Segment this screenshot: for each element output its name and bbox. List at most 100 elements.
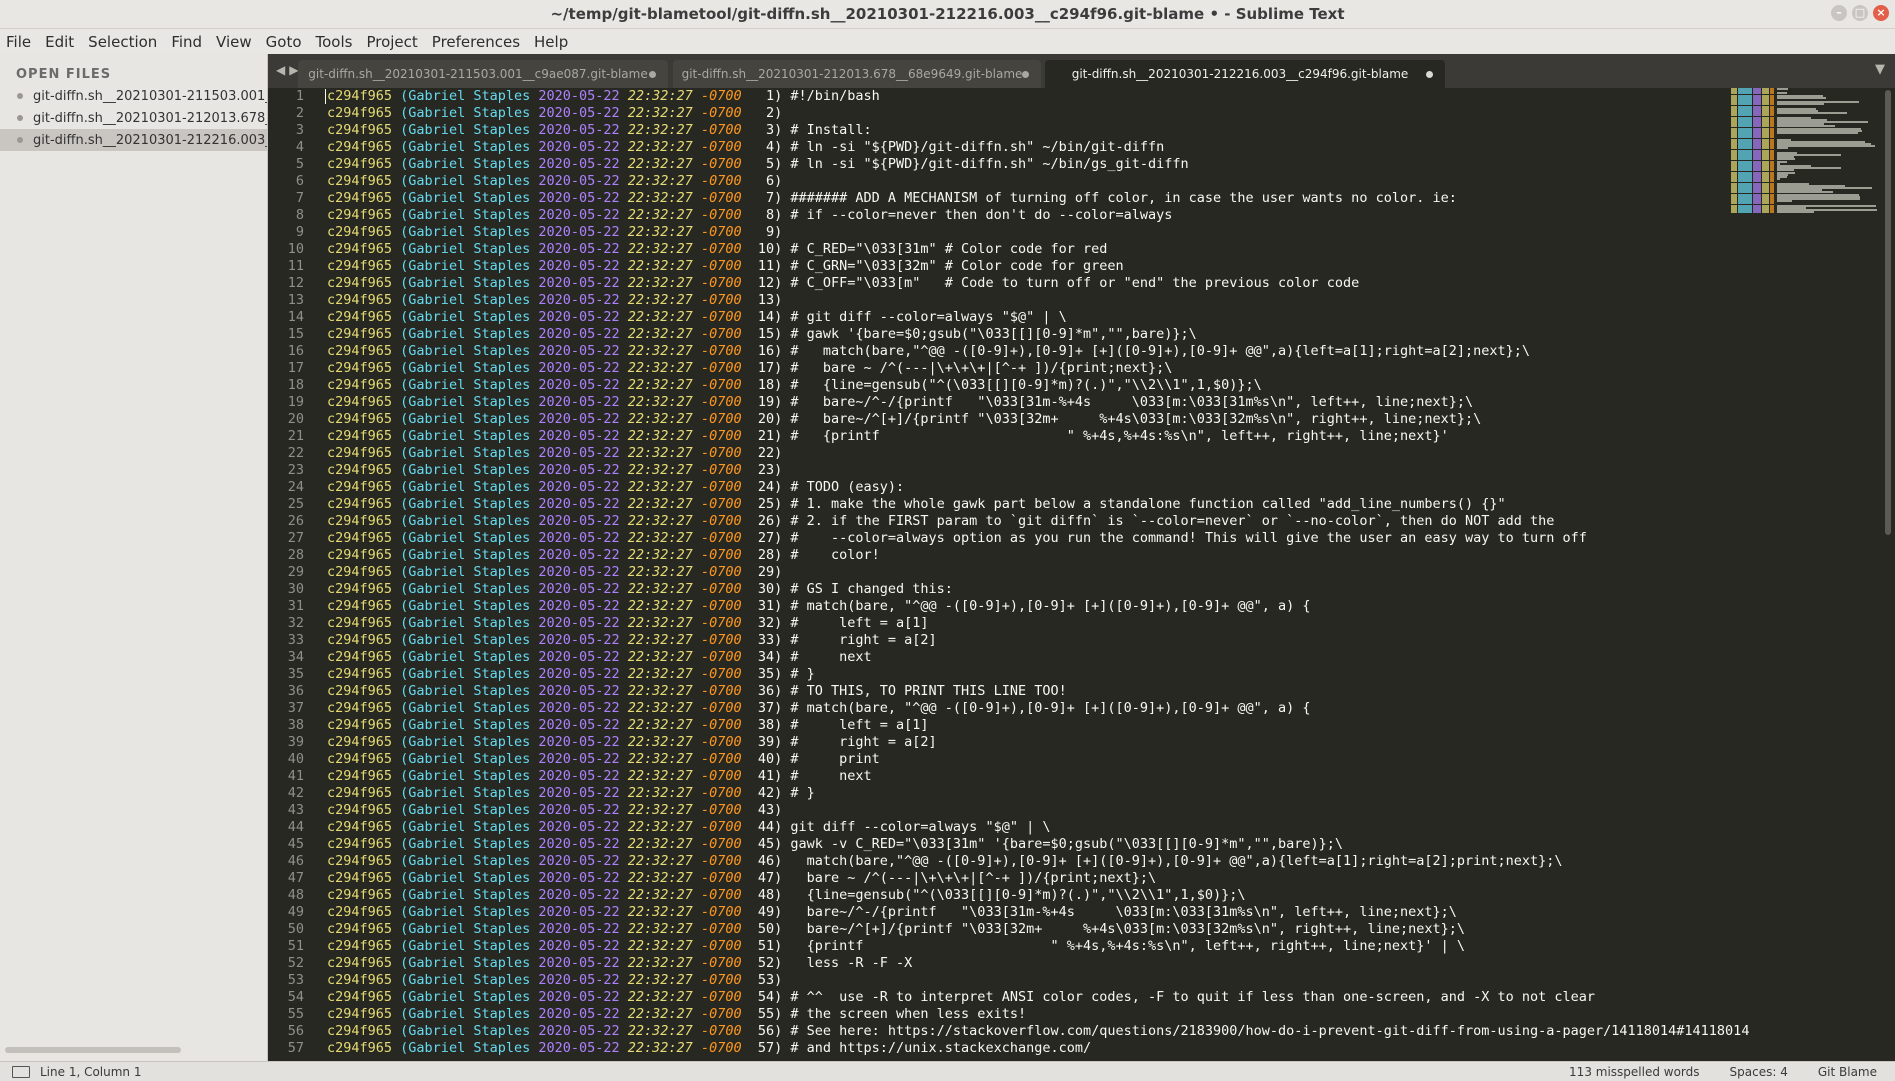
code-line[interactable]: c294f965 (Gabriel Staples 2020-05-22 22:…: [327, 105, 1895, 122]
code-line[interactable]: c294f965 (Gabriel Staples 2020-05-22 22:…: [327, 207, 1895, 224]
title-bar: ~/temp/git-blametool/git-diffn.sh__20210…: [0, 0, 1895, 29]
menu-goto[interactable]: Goto: [264, 33, 310, 51]
minimap-mark: [1777, 88, 1788, 90]
code-line[interactable]: c294f965 (Gabriel Staples 2020-05-22 22:…: [327, 122, 1895, 139]
console-toggle-icon[interactable]: [12, 1065, 30, 1078]
code-line[interactable]: c294f965 (Gabriel Staples 2020-05-22 22:…: [327, 904, 1895, 921]
code-line[interactable]: c294f965 (Gabriel Staples 2020-05-22 22:…: [327, 513, 1895, 530]
code-line[interactable]: c294f965 (Gabriel Staples 2020-05-22 22:…: [327, 377, 1895, 394]
code-line[interactable]: c294f965 (Gabriel Staples 2020-05-22 22:…: [327, 88, 1895, 105]
code-line[interactable]: c294f965 (Gabriel Staples 2020-05-22 22:…: [327, 241, 1895, 258]
code-line[interactable]: c294f965 (Gabriel Staples 2020-05-22 22:…: [327, 734, 1895, 751]
code-line[interactable]: c294f965 (Gabriel Staples 2020-05-22 22:…: [327, 547, 1895, 564]
menu-find[interactable]: Find: [169, 33, 210, 51]
code-line[interactable]: c294f965 (Gabriel Staples 2020-05-22 22:…: [327, 836, 1895, 853]
code-line[interactable]: c294f965 (Gabriel Staples 2020-05-22 22:…: [327, 258, 1895, 275]
blame-author: (Gabriel Staples: [400, 598, 531, 614]
code-line[interactable]: c294f965 (Gabriel Staples 2020-05-22 22:…: [327, 921, 1895, 938]
misspelled-count[interactable]: 113 misspelled words: [1569, 1065, 1699, 1079]
code-line[interactable]: c294f965 (Gabriel Staples 2020-05-22 22:…: [327, 785, 1895, 802]
code-line[interactable]: c294f965 (Gabriel Staples 2020-05-22 22:…: [327, 598, 1895, 615]
code-line[interactable]: c294f965 (Gabriel Staples 2020-05-22 22:…: [327, 139, 1895, 156]
code-line[interactable]: c294f965 (Gabriel Staples 2020-05-22 22:…: [327, 360, 1895, 377]
blame-author: (Gabriel Staples: [400, 479, 531, 495]
tab-dirty-indicator-icon[interactable]: [1426, 71, 1433, 78]
sidebar-file-label: git-diffn.sh__20210301-211503.001__c9ae0…: [33, 88, 267, 104]
menu-edit[interactable]: Edit: [43, 33, 82, 51]
vertical-scrollbar[interactable]: [1885, 90, 1891, 535]
code-line[interactable]: c294f965 (Gabriel Staples 2020-05-22 22:…: [327, 802, 1895, 819]
menu-tools[interactable]: Tools: [314, 33, 361, 51]
maximize-button[interactable]: □: [1852, 5, 1868, 21]
code-line[interactable]: c294f965 (Gabriel Staples 2020-05-22 22:…: [327, 938, 1895, 955]
menu-preferences[interactable]: Preferences: [430, 33, 528, 51]
code-line[interactable]: c294f965 (Gabriel Staples 2020-05-22 22:…: [327, 700, 1895, 717]
code-line[interactable]: c294f965 (Gabriel Staples 2020-05-22 22:…: [327, 649, 1895, 666]
sidebar-file-item[interactable]: git-diffn.sh__20210301-211503.001__c9ae0…: [0, 85, 267, 107]
blame-line-number: 40): [749, 751, 791, 767]
tab-overflow-chevron-icon[interactable]: ▼: [1875, 62, 1885, 77]
blame-time: 22:32:27: [627, 785, 693, 801]
tab-1[interactable]: git-diffn.sh__20210301-211503.001__c9ae0…: [298, 60, 668, 88]
code-line[interactable]: c294f965 (Gabriel Staples 2020-05-22 22:…: [327, 530, 1895, 547]
code-line[interactable]: c294f965 (Gabriel Staples 2020-05-22 22:…: [327, 666, 1895, 683]
tab-dirty-indicator-icon[interactable]: [1022, 71, 1029, 78]
code-line[interactable]: c294f965 (Gabriel Staples 2020-05-22 22:…: [327, 972, 1895, 989]
code-line[interactable]: c294f965 (Gabriel Staples 2020-05-22 22:…: [327, 1040, 1895, 1057]
code-line[interactable]: c294f965 (Gabriel Staples 2020-05-22 22:…: [327, 751, 1895, 768]
code-line[interactable]: c294f965 (Gabriel Staples 2020-05-22 22:…: [327, 581, 1895, 598]
code-line[interactable]: c294f965 (Gabriel Staples 2020-05-22 22:…: [327, 955, 1895, 972]
code-line[interactable]: c294f965 (Gabriel Staples 2020-05-22 22:…: [327, 309, 1895, 326]
tab-3[interactable]: git-diffn.sh__20210301-212216.003__c294f…: [1045, 60, 1445, 88]
code-line[interactable]: c294f965 (Gabriel Staples 2020-05-22 22:…: [327, 1006, 1895, 1023]
minimap[interactable]: [1731, 88, 1881, 218]
tab-2[interactable]: git-diffn.sh__20210301-212013.678__68e96…: [673, 60, 1041, 88]
code-line[interactable]: c294f965 (Gabriel Staples 2020-05-22 22:…: [327, 632, 1895, 649]
code-line[interactable]: c294f965 (Gabriel Staples 2020-05-22 22:…: [327, 887, 1895, 904]
code-line[interactable]: c294f965 (Gabriel Staples 2020-05-22 22:…: [327, 190, 1895, 207]
code-line[interactable]: c294f965 (Gabriel Staples 2020-05-22 22:…: [327, 564, 1895, 581]
code-line[interactable]: c294f965 (Gabriel Staples 2020-05-22 22:…: [327, 683, 1895, 700]
code-area[interactable]: c294f965 (Gabriel Staples 2020-05-22 22:…: [327, 88, 1895, 1057]
code-line[interactable]: c294f965 (Gabriel Staples 2020-05-22 22:…: [327, 275, 1895, 292]
code-line[interactable]: c294f965 (Gabriel Staples 2020-05-22 22:…: [327, 989, 1895, 1006]
code-line[interactable]: c294f965 (Gabriel Staples 2020-05-22 22:…: [327, 615, 1895, 632]
code-line[interactable]: c294f965 (Gabriel Staples 2020-05-22 22:…: [327, 717, 1895, 734]
code-line[interactable]: c294f965 (Gabriel Staples 2020-05-22 22:…: [327, 156, 1895, 173]
menu-view[interactable]: View: [214, 33, 260, 51]
code-line[interactable]: c294f965 (Gabriel Staples 2020-05-22 22:…: [327, 496, 1895, 513]
tab-dirty-indicator-icon[interactable]: [649, 71, 656, 78]
code-line[interactable]: c294f965 (Gabriel Staples 2020-05-22 22:…: [327, 292, 1895, 309]
code-line[interactable]: c294f965 (Gabriel Staples 2020-05-22 22:…: [327, 853, 1895, 870]
code-line[interactable]: c294f965 (Gabriel Staples 2020-05-22 22:…: [327, 343, 1895, 360]
editor-pane[interactable]: 1 2 3 4 5 6 7 8 9 10 11 12 13 14 15 16 17 18 19 20 21 22 23 24 2…: [268, 88, 1895, 1061]
indentation-setting[interactable]: Spaces: 4: [1730, 1065, 1788, 1079]
code-line[interactable]: c294f965 (Gabriel Staples 2020-05-22 22:…: [327, 173, 1895, 190]
code-line[interactable]: c294f965 (Gabriel Staples 2020-05-22 22:…: [327, 224, 1895, 241]
menu-project[interactable]: Project: [364, 33, 425, 51]
code-line[interactable]: c294f965 (Gabriel Staples 2020-05-22 22:…: [327, 1023, 1895, 1040]
close-button[interactable]: ×: [1873, 5, 1889, 21]
code-line[interactable]: c294f965 (Gabriel Staples 2020-05-22 22:…: [327, 428, 1895, 445]
file-dot-icon: [17, 115, 23, 121]
code-line[interactable]: c294f965 (Gabriel Staples 2020-05-22 22:…: [327, 411, 1895, 428]
minimize-button[interactable]: –: [1831, 5, 1847, 21]
sidebar-horizontal-scrollbar[interactable]: [5, 1047, 181, 1053]
code-line[interactable]: c294f965 (Gabriel Staples 2020-05-22 22:…: [327, 462, 1895, 479]
code-line[interactable]: c294f965 (Gabriel Staples 2020-05-22 22:…: [327, 394, 1895, 411]
sidebar-file-item[interactable]: git-diffn.sh__20210301-212013.678__68e96…: [0, 107, 267, 129]
blame-timezone: -0700: [700, 955, 742, 971]
code-line[interactable]: c294f965 (Gabriel Staples 2020-05-22 22:…: [327, 768, 1895, 785]
code-line[interactable]: c294f965 (Gabriel Staples 2020-05-22 22:…: [327, 819, 1895, 836]
code-text: # right = a[2]: [790, 734, 937, 750]
code-line[interactable]: c294f965 (Gabriel Staples 2020-05-22 22:…: [327, 326, 1895, 343]
code-line[interactable]: c294f965 (Gabriel Staples 2020-05-22 22:…: [327, 479, 1895, 496]
blame-date: 2020-05-22: [538, 445, 620, 461]
menu-help[interactable]: Help: [532, 33, 576, 51]
code-line[interactable]: c294f965 (Gabriel Staples 2020-05-22 22:…: [327, 445, 1895, 462]
menu-selection[interactable]: Selection: [86, 33, 165, 51]
sidebar-file-item[interactable]: git-diffn.sh__20210301-212216.003__c294f…: [0, 129, 267, 151]
code-line[interactable]: c294f965 (Gabriel Staples 2020-05-22 22:…: [327, 870, 1895, 887]
menu-file[interactable]: File: [4, 33, 39, 51]
syntax-selector[interactable]: Git Blame: [1818, 1065, 1877, 1079]
